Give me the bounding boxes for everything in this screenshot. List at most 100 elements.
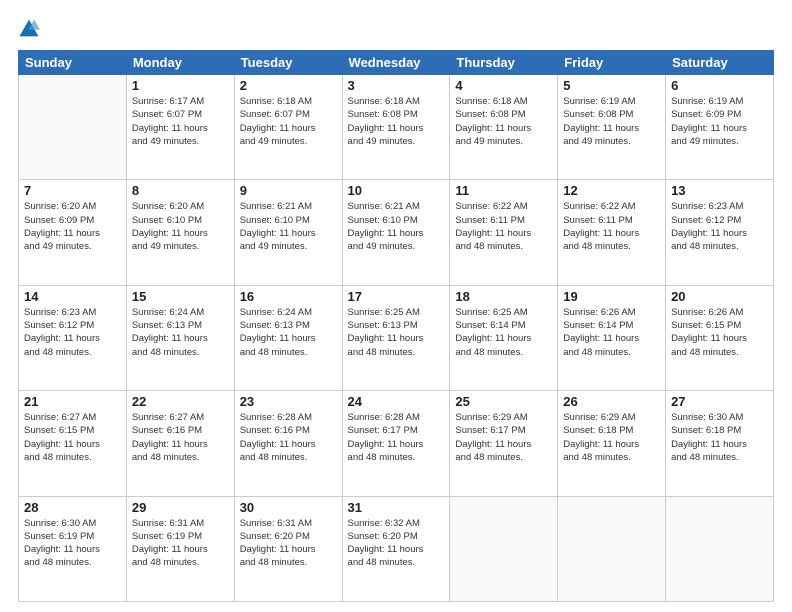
calendar-cell: 30 Sunrise: 6:31 AM Sunset: 6:20 PM Dayli… — [234, 496, 342, 601]
calendar-cell: 15Sunrise: 6:24 AM Sunset: 6:13 PM Dayli… — [126, 285, 234, 390]
calendar-cell: 31Sunrise: 6:32 AM Sunset: 6:20 PM Dayli… — [342, 496, 450, 601]
cell-info: Sunrise: 6:27 AM Sunset: 6:16 PM Dayligh… — [132, 411, 229, 464]
calendar-cell: 10 Sunrise: 6:21 AM Sunset: 6:10 PM Dayli… — [342, 180, 450, 285]
day-number: 5 — [563, 78, 660, 93]
calendar-cell: 28 Sunrise: 6:30 AM Sunset: 6:19 PM Dayli… — [19, 496, 127, 601]
day-number: 23 — [240, 394, 337, 409]
calendar-page: SundayMondayTuesdayWednesdayThursdayFrid… — [0, 0, 792, 612]
cell-info: Sunrise: 6:22 AM Sunset: 6:11 PM Dayligh… — [563, 200, 660, 253]
calendar-cell: 26Sunrise: 6:29 AM Sunset: 6:18 PM Dayli… — [558, 391, 666, 496]
week-row-3: 14Sunrise: 6:23 AM Sunset: 6:12 PM Dayli… — [19, 285, 774, 390]
day-number: 9 — [240, 183, 337, 198]
day-number: 14 — [24, 289, 121, 304]
day-number: 18 — [455, 289, 552, 304]
cell-info: Sunrise: 6:29 AM Sunset: 6:17 PM Dayligh… — [455, 411, 552, 464]
day-number: 6 — [671, 78, 768, 93]
calendar-cell — [558, 496, 666, 601]
day-number: 27 — [671, 394, 768, 409]
day-number: 30 — [240, 500, 337, 515]
calendar-cell: 6Sunrise: 6:19 AM Sunset: 6:09 PM Daylig… — [666, 75, 774, 180]
day-number: 7 — [24, 183, 121, 198]
calendar-cell — [19, 75, 127, 180]
day-number: 21 — [24, 394, 121, 409]
calendar-cell: 20Sunrise: 6:26 AM Sunset: 6:15 PM Dayli… — [666, 285, 774, 390]
calendar-cell: 4Sunrise: 6:18 AM Sunset: 6:08 PM Daylig… — [450, 75, 558, 180]
calendar-cell: 25 Sunrise: 6:29 AM Sunset: 6:17 PM Dayli… — [450, 391, 558, 496]
cell-info: Sunrise: 6:20 AM Sunset: 6:10 PM Dayligh… — [132, 200, 229, 253]
day-number: 29 — [132, 500, 229, 515]
day-number: 16 — [240, 289, 337, 304]
cell-info: Sunrise: 6:19 AM Sunset: 6:08 PM Dayligh… — [563, 95, 660, 148]
calendar-cell: 7 Sunrise: 6:20 AM Sunset: 6:09 PM Daylig… — [19, 180, 127, 285]
calendar-cell: 24 Sunrise: 6:28 AM Sunset: 6:17 PM Dayli… — [342, 391, 450, 496]
logo-icon — [18, 18, 40, 40]
calendar-cell: 12 Sunrise: 6:22 AM Sunset: 6:11 PM Dayli… — [558, 180, 666, 285]
cell-info: Sunrise: 6:31 AM Sunset: 6:19 PM Dayligh… — [132, 517, 229, 570]
calendar-cell: 23 Sunrise: 6:28 AM Sunset: 6:16 PM Dayli… — [234, 391, 342, 496]
calendar-cell: 21 Sunrise: 6:27 AM Sunset: 6:15 PM Dayli… — [19, 391, 127, 496]
cell-info: Sunrise: 6:28 AM Sunset: 6:16 PM Dayligh… — [240, 411, 337, 464]
calendar-cell: 16Sunrise: 6:24 AM Sunset: 6:13 PM Dayli… — [234, 285, 342, 390]
cell-info: Sunrise: 6:26 AM Sunset: 6:15 PM Dayligh… — [671, 306, 768, 359]
calendar-cell: 27 Sunrise: 6:30 AM Sunset: 6:18 PM Dayli… — [666, 391, 774, 496]
calendar-cell: 3 Sunrise: 6:18 AM Sunset: 6:08 PM Daylig… — [342, 75, 450, 180]
cell-info: Sunrise: 6:18 AM Sunset: 6:08 PM Dayligh… — [348, 95, 445, 148]
calendar-cell: 1Sunrise: 6:17 AM Sunset: 6:07 PM Daylig… — [126, 75, 234, 180]
logo — [18, 18, 43, 40]
day-header-sunday: Sunday — [19, 51, 127, 75]
calendar-cell: 14Sunrise: 6:23 AM Sunset: 6:12 PM Dayli… — [19, 285, 127, 390]
cell-info: Sunrise: 6:28 AM Sunset: 6:17 PM Dayligh… — [348, 411, 445, 464]
cell-info: Sunrise: 6:27 AM Sunset: 6:15 PM Dayligh… — [24, 411, 121, 464]
calendar-header-row: SundayMondayTuesdayWednesdayThursdayFrid… — [19, 51, 774, 75]
week-row-4: 21 Sunrise: 6:27 AM Sunset: 6:15 PM Dayli… — [19, 391, 774, 496]
cell-info: Sunrise: 6:26 AM Sunset: 6:14 PM Dayligh… — [563, 306, 660, 359]
day-number: 11 — [455, 183, 552, 198]
week-row-1: 1Sunrise: 6:17 AM Sunset: 6:07 PM Daylig… — [19, 75, 774, 180]
day-number: 22 — [132, 394, 229, 409]
cell-info: Sunrise: 6:30 AM Sunset: 6:18 PM Dayligh… — [671, 411, 768, 464]
calendar-cell: 19 Sunrise: 6:26 AM Sunset: 6:14 PM Dayli… — [558, 285, 666, 390]
day-number: 25 — [455, 394, 552, 409]
cell-info: Sunrise: 6:25 AM Sunset: 6:14 PM Dayligh… — [455, 306, 552, 359]
calendar-cell: 9 Sunrise: 6:21 AM Sunset: 6:10 PM Daylig… — [234, 180, 342, 285]
day-header-thursday: Thursday — [450, 51, 558, 75]
day-number: 1 — [132, 78, 229, 93]
cell-info: Sunrise: 6:22 AM Sunset: 6:11 PM Dayligh… — [455, 200, 552, 253]
week-row-5: 28 Sunrise: 6:30 AM Sunset: 6:19 PM Dayli… — [19, 496, 774, 601]
cell-info: Sunrise: 6:20 AM Sunset: 6:09 PM Dayligh… — [24, 200, 121, 253]
day-header-monday: Monday — [126, 51, 234, 75]
day-number: 8 — [132, 183, 229, 198]
cell-info: Sunrise: 6:32 AM Sunset: 6:20 PM Dayligh… — [348, 517, 445, 570]
cell-info: Sunrise: 6:31 AM Sunset: 6:20 PM Dayligh… — [240, 517, 337, 570]
week-row-2: 7 Sunrise: 6:20 AM Sunset: 6:09 PM Daylig… — [19, 180, 774, 285]
calendar-cell: 5 Sunrise: 6:19 AM Sunset: 6:08 PM Daylig… — [558, 75, 666, 180]
day-number: 17 — [348, 289, 445, 304]
calendar-table: SundayMondayTuesdayWednesdayThursdayFrid… — [18, 50, 774, 602]
calendar-cell: 8 Sunrise: 6:20 AM Sunset: 6:10 PM Daylig… — [126, 180, 234, 285]
calendar-cell — [450, 496, 558, 601]
calendar-cell: 2Sunrise: 6:18 AM Sunset: 6:07 PM Daylig… — [234, 75, 342, 180]
day-number: 24 — [348, 394, 445, 409]
calendar-cell: 18 Sunrise: 6:25 AM Sunset: 6:14 PM Dayli… — [450, 285, 558, 390]
day-number: 12 — [563, 183, 660, 198]
calendar-cell: 11 Sunrise: 6:22 AM Sunset: 6:11 PM Dayli… — [450, 180, 558, 285]
calendar-cell — [666, 496, 774, 601]
calendar-cell: 17Sunrise: 6:25 AM Sunset: 6:13 PM Dayli… — [342, 285, 450, 390]
day-header-saturday: Saturday — [666, 51, 774, 75]
cell-info: Sunrise: 6:30 AM Sunset: 6:19 PM Dayligh… — [24, 517, 121, 570]
cell-info: Sunrise: 6:29 AM Sunset: 6:18 PM Dayligh… — [563, 411, 660, 464]
day-number: 3 — [348, 78, 445, 93]
cell-info: Sunrise: 6:21 AM Sunset: 6:10 PM Dayligh… — [240, 200, 337, 253]
header — [18, 18, 774, 40]
day-header-tuesday: Tuesday — [234, 51, 342, 75]
cell-info: Sunrise: 6:18 AM Sunset: 6:07 PM Dayligh… — [240, 95, 337, 148]
day-number: 4 — [455, 78, 552, 93]
cell-info: Sunrise: 6:21 AM Sunset: 6:10 PM Dayligh… — [348, 200, 445, 253]
day-header-wednesday: Wednesday — [342, 51, 450, 75]
day-header-friday: Friday — [558, 51, 666, 75]
day-number: 10 — [348, 183, 445, 198]
calendar-cell: 13Sunrise: 6:23 AM Sunset: 6:12 PM Dayli… — [666, 180, 774, 285]
day-number: 19 — [563, 289, 660, 304]
day-number: 13 — [671, 183, 768, 198]
day-number: 28 — [24, 500, 121, 515]
